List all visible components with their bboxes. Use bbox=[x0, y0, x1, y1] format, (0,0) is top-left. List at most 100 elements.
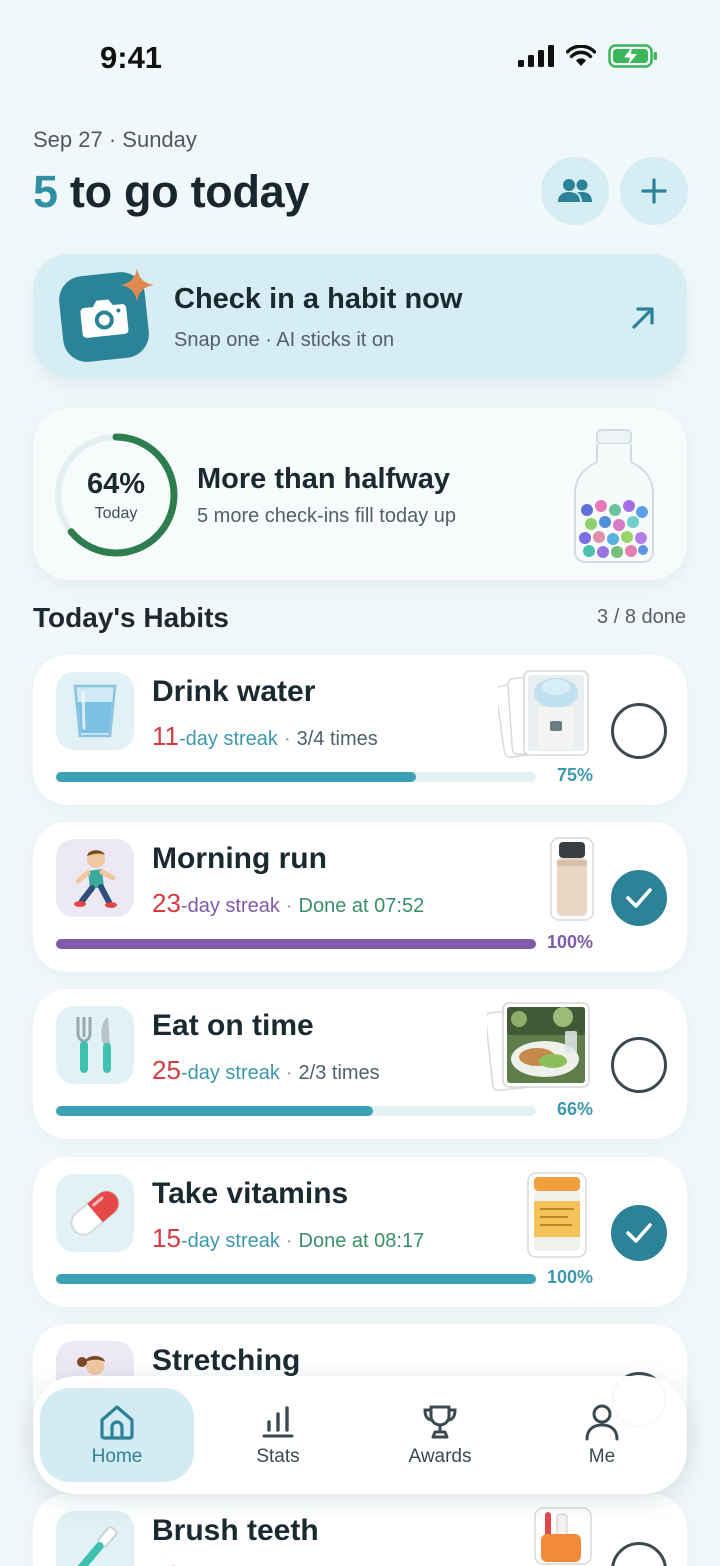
streak-count: 25 bbox=[152, 1055, 181, 1085]
habit-name: Brush teeth bbox=[152, 1514, 319, 1547]
habit-streak: 11-day streak · 3/4 times bbox=[152, 721, 378, 752]
habit-progress-fill bbox=[56, 939, 536, 949]
add-habit-button[interactable] bbox=[620, 157, 688, 225]
checkmark-icon bbox=[626, 888, 652, 908]
fork-knife-icon bbox=[56, 1006, 134, 1084]
tab-label: Stats bbox=[256, 1446, 300, 1467]
streak-label: -day streak bbox=[179, 728, 278, 750]
habit-card-drink-water[interactable]: Drink water 11-day streak · 3/4 times 75% bbox=[33, 655, 687, 805]
progress-subtitle: 5 more check-ins fill today up bbox=[197, 505, 457, 527]
progress-percent: 64% bbox=[86, 468, 146, 500]
habit-check-toggle[interactable] bbox=[611, 1542, 667, 1566]
tab-home[interactable]: Home bbox=[40, 1388, 194, 1482]
habit-streak: 25-day streak · 2/3 times bbox=[152, 1055, 380, 1086]
separator-dot: · bbox=[285, 895, 293, 917]
trophy-icon bbox=[423, 1405, 457, 1439]
progress-ring-label: Today bbox=[94, 505, 138, 522]
habit-card-eat-on-time[interactable]: Eat on time 25-day streak · 2/3 times 66% bbox=[33, 989, 687, 1139]
habit-progress-track bbox=[56, 1106, 536, 1116]
arrow-up-right-icon bbox=[632, 307, 654, 329]
daily-progress-card: 64% Today More than halfway 5 more check… bbox=[33, 408, 687, 580]
streak-count: 23 bbox=[152, 888, 181, 918]
sparkle-icon bbox=[120, 268, 154, 302]
habit-check-toggle[interactable] bbox=[611, 870, 667, 926]
streak-label: -day streak bbox=[180, 895, 280, 917]
pill-icon bbox=[56, 1174, 134, 1252]
water-bottle-sticker bbox=[549, 836, 595, 927]
habit-card-take-vitamins[interactable]: Take vitamins 15-day streak · Done at 08:1… bbox=[33, 1157, 687, 1307]
habit-progress-fill bbox=[56, 1274, 536, 1284]
habits-done-count: 3 / 8 done bbox=[597, 606, 686, 628]
plus-icon bbox=[641, 178, 667, 204]
habit-progress-fill bbox=[56, 772, 416, 782]
streak-count: 11 bbox=[152, 721, 179, 751]
signal-icon bbox=[518, 45, 554, 67]
habit-progress-track bbox=[56, 772, 536, 782]
person-icon bbox=[585, 1404, 619, 1441]
wifi-icon bbox=[566, 45, 596, 66]
habit-streak: 23-day streak · Done at 07:52 bbox=[152, 888, 424, 919]
habit-progress-percent: 100% bbox=[546, 932, 593, 952]
habit-name: Take vitamins bbox=[152, 1177, 349, 1210]
checkin-title: Check in a habit now bbox=[174, 283, 463, 315]
streak-label: -day streak bbox=[180, 1062, 280, 1084]
habit-detail: Done at 07:52 bbox=[298, 895, 425, 917]
checkmark-icon bbox=[626, 1223, 652, 1243]
habit-progress-fill bbox=[56, 1106, 373, 1116]
separator-dot: · bbox=[285, 1230, 293, 1252]
separator-dot: · bbox=[285, 1062, 293, 1084]
remaining-label: to go today bbox=[57, 166, 310, 217]
separator-dot: · bbox=[283, 728, 291, 750]
vitamin-bottle-sticker bbox=[526, 1171, 588, 1264]
habit-card-morning-run[interactable]: Morning run 23-day streak · Done at 07:52 … bbox=[33, 822, 687, 972]
current-date: Sep 27 · Sunday bbox=[33, 127, 197, 152]
streak-label: -day streak bbox=[180, 1230, 280, 1252]
habit-name: Stretching bbox=[152, 1344, 301, 1377]
habit-progress-track bbox=[56, 1274, 536, 1284]
habit-name: Morning run bbox=[152, 842, 327, 875]
page-title: 5 to go today bbox=[33, 166, 309, 218]
habit-card-brush-teeth[interactable]: Brush teeth 40 bbox=[33, 1494, 687, 1566]
tab-label: Home bbox=[91, 1446, 143, 1467]
habit-streak: 15-day streak · Done at 08:17 bbox=[152, 1223, 424, 1254]
streak-count: 15 bbox=[152, 1223, 181, 1253]
habit-check-toggle[interactable] bbox=[611, 1037, 667, 1093]
bar-chart-icon bbox=[262, 1406, 294, 1438]
habit-detail: Done at 08:17 bbox=[298, 1230, 425, 1252]
star-jar-icon bbox=[574, 429, 654, 563]
checkin-subtitle: Snap one · AI sticks it on bbox=[174, 329, 395, 351]
habit-check-toggle[interactable] bbox=[611, 703, 667, 759]
tab-label: Awards bbox=[408, 1446, 472, 1467]
habit-progress-percent: 66% bbox=[556, 1099, 593, 1119]
people-icon bbox=[558, 179, 592, 202]
toothbrush-cup-sticker bbox=[533, 1506, 593, 1566]
water-dispenser-sticker bbox=[495, 669, 594, 764]
tab-stats[interactable]: Stats bbox=[201, 1388, 355, 1482]
habit-name: Drink water bbox=[152, 675, 316, 708]
habit-progress-percent: 100% bbox=[546, 1267, 593, 1287]
streak-count: 40 bbox=[152, 1560, 181, 1566]
friends-button[interactable] bbox=[541, 157, 609, 225]
bottom-tab-bar: Home Stats Awards Me bbox=[33, 1376, 687, 1494]
habits-section-title: Today's Habits bbox=[33, 602, 229, 633]
habit-progress-track bbox=[56, 939, 536, 949]
habit-progress-percent: 75% bbox=[556, 765, 593, 785]
habit-check-toggle[interactable] bbox=[611, 1205, 667, 1261]
status-icons bbox=[518, 44, 658, 68]
habit-streak: 40 bbox=[152, 1560, 181, 1566]
tab-label: Me bbox=[588, 1446, 616, 1467]
tab-awards[interactable]: Awards bbox=[363, 1388, 517, 1482]
progress-title: More than halfway bbox=[197, 463, 450, 495]
toothbrush-icon bbox=[56, 1511, 134, 1566]
habit-detail: 2/3 times bbox=[298, 1062, 380, 1084]
home-icon bbox=[100, 1405, 134, 1440]
meal-photo-sticker bbox=[484, 1001, 591, 1096]
water-glass-icon bbox=[56, 672, 134, 750]
battery-charging-icon bbox=[608, 44, 657, 68]
remaining-count: 5 bbox=[33, 166, 58, 217]
runner-icon bbox=[56, 839, 134, 917]
checkin-banner[interactable]: Check in a habit now Snap one · AI stick… bbox=[33, 254, 687, 378]
tab-me[interactable]: Me bbox=[525, 1388, 679, 1482]
habit-name: Eat on time bbox=[152, 1009, 314, 1042]
status-time: 9:41 bbox=[100, 40, 163, 75]
